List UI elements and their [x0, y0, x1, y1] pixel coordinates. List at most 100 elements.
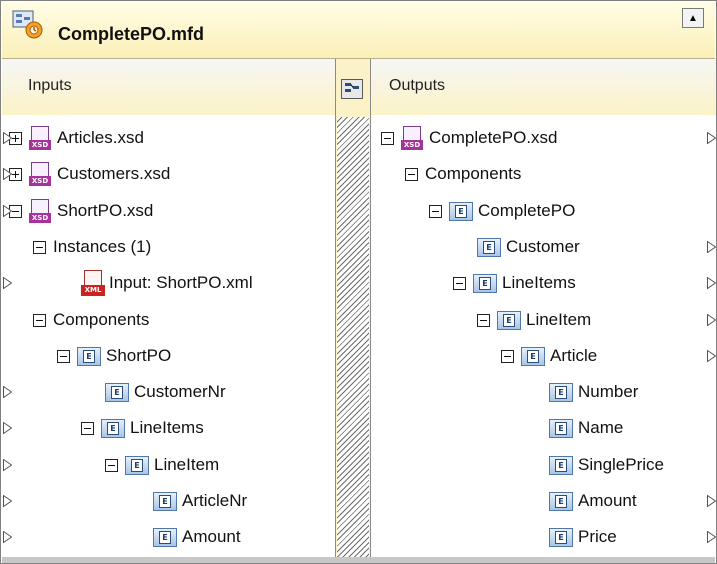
input-tree-node[interactable]: E ArticleNr [153, 486, 247, 516]
toggle-pane-icon [345, 83, 359, 92]
output-connector-icon[interactable] [3, 531, 12, 543]
xsd-file-icon: XSD [29, 199, 51, 223]
output-tree-node[interactable]: E Amount [549, 486, 637, 516]
collapse-icon[interactable] [81, 421, 94, 435]
input-tree-node[interactable]: Components [33, 305, 149, 335]
input-tree-node[interactable]: XML Input: ShortPO.xml [81, 268, 253, 298]
output-connector-icon[interactable] [3, 495, 12, 507]
tree-node-label: Price [578, 527, 617, 546]
output-tree-node[interactable]: E Price [549, 522, 617, 552]
element-icon: E [473, 273, 497, 293]
tree-node-label: CompletePO.xsd [429, 128, 558, 147]
element-icon: E [153, 491, 177, 511]
element-icon: E [125, 455, 149, 475]
output-connector-icon[interactable] [3, 132, 12, 144]
collapse-icon[interactable] [57, 349, 70, 363]
element-icon: E [549, 418, 573, 438]
output-connector-icon[interactable] [3, 386, 12, 398]
element-icon: E [549, 382, 573, 402]
collapse-icon[interactable] [405, 167, 418, 181]
collapse-icon[interactable] [453, 276, 466, 290]
input-tree-node[interactable]: XSD Articles.xsd [9, 123, 144, 153]
input-connector-icon[interactable] [707, 350, 716, 362]
input-tree-node[interactable]: XSD Customers.xsd [9, 159, 170, 189]
input-tree-node[interactable]: E LineItems [81, 413, 204, 443]
tree-node-label: Input: ShortPO.xml [109, 273, 253, 292]
tree-node-label: ShortPO [106, 346, 172, 365]
horizontal-scrollbar[interactable] [2, 557, 715, 563]
tree-node-label: Name [578, 418, 624, 437]
output-tree-node[interactable]: E LineItems [453, 268, 576, 298]
xml-file-icon: XML [81, 270, 105, 296]
xsd-file-icon: XSD [29, 162, 51, 186]
scroll-up-button[interactable]: ▲ [682, 8, 704, 28]
toggle-pane-button[interactable] [341, 79, 363, 99]
output-connector-icon[interactable] [3, 168, 12, 180]
input-tree-node[interactable]: XSD ShortPO.xsd [9, 196, 153, 226]
tree-node-label: ShortPO.xsd [57, 201, 154, 220]
collapse-icon[interactable] [501, 349, 514, 363]
collapse-icon[interactable] [105, 458, 118, 472]
inputs-header: Inputs [2, 59, 335, 115]
tree-node-label: CompletePO [478, 201, 576, 220]
output-tree-node[interactable]: E Customer [477, 232, 580, 262]
collapse-icon[interactable] [429, 204, 442, 218]
tree-node-label: CustomerNr [134, 382, 226, 401]
collapse-icon[interactable] [33, 313, 46, 327]
xsd-file-icon: XSD [29, 126, 51, 150]
element-icon: E [549, 491, 573, 511]
output-tree-node[interactable]: E Article [501, 341, 597, 371]
title-bar[interactable]: CompletePO.mfd ▲ [2, 2, 715, 59]
splitter-hatch [337, 117, 369, 559]
output-tree-node[interactable]: Components [405, 159, 521, 189]
output-connector-icon[interactable] [3, 422, 12, 434]
outputs-header-label: Outputs [389, 77, 446, 94]
collapse-icon[interactable] [381, 131, 394, 145]
tree-node-label: Number [578, 382, 639, 401]
input-tree-node[interactable]: E ShortPO [57, 341, 171, 371]
tree-node-label: ArticleNr [182, 491, 248, 510]
tree-node-label: Customer [506, 237, 580, 256]
output-connector-icon[interactable] [3, 459, 12, 471]
input-connector-icon[interactable] [707, 132, 716, 144]
element-icon: E [497, 310, 521, 330]
input-tree-node[interactable]: Instances (1) [33, 232, 151, 262]
element-icon: E [449, 201, 473, 221]
output-tree-node[interactable]: E Name [549, 413, 623, 443]
output-tree-node[interactable]: E CompletePO [429, 196, 575, 226]
input-tree-node[interactable]: E LineItem [105, 450, 219, 480]
tree-node-label: Amount [182, 527, 241, 546]
xsd-file-icon: XSD [401, 126, 423, 150]
tree-node-label: Articles.xsd [57, 128, 144, 147]
input-connector-icon[interactable] [707, 314, 716, 326]
tree-node-label: Components [425, 164, 522, 183]
output-tree-node[interactable]: XSD CompletePO.xsd [381, 123, 558, 153]
collapse-icon[interactable] [33, 240, 46, 254]
outputs-header: Outputs [371, 59, 716, 115]
tree-node-label: Instances (1) [53, 237, 152, 256]
input-tree-node[interactable]: E CustomerNr [105, 377, 226, 407]
input-connector-icon[interactable] [707, 495, 716, 507]
input-connector-icon[interactable] [707, 277, 716, 289]
output-connector-icon[interactable] [3, 205, 12, 217]
element-icon: E [153, 527, 177, 547]
element-icon: E [549, 455, 573, 475]
tree-node-label: Customers.xsd [57, 164, 171, 183]
output-connector-icon[interactable] [3, 277, 12, 289]
output-tree-node[interactable]: E SinglePrice [549, 450, 664, 480]
element-icon: E [101, 418, 125, 438]
tree-node-label: LineItems [130, 418, 204, 437]
component-title: CompletePO.mfd [58, 24, 205, 44]
input-tree-node[interactable]: E Amount [153, 522, 241, 552]
output-tree-node[interactable]: E LineItem [477, 305, 591, 335]
output-tree-node[interactable]: E Number [549, 377, 638, 407]
mapping-component-window: CompletePO.mfd ▲ Inputs Outputs XSD Artic… [0, 0, 717, 564]
input-connector-icon[interactable] [707, 531, 716, 543]
tree-node-label: Amount [578, 491, 637, 510]
element-icon: E [521, 346, 545, 366]
collapse-icon[interactable] [477, 313, 490, 327]
element-icon: E [477, 237, 501, 257]
input-connector-icon[interactable] [707, 241, 716, 253]
mapping-file-icon [12, 10, 43, 39]
element-icon: E [549, 527, 573, 547]
